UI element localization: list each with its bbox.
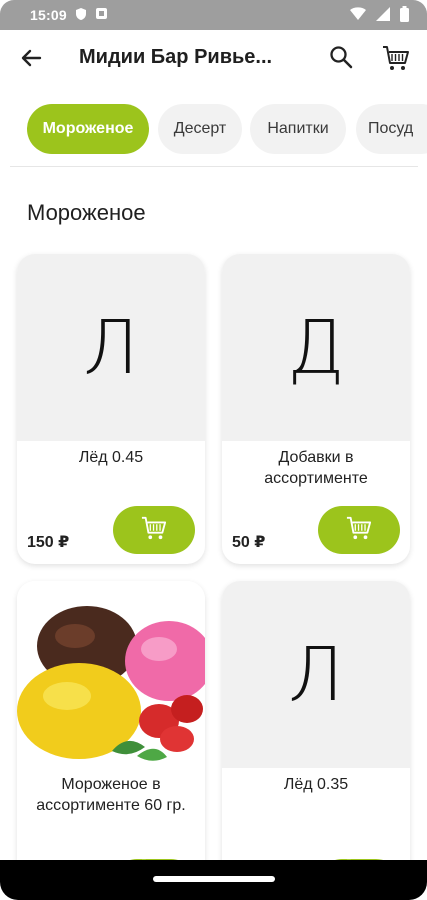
ice-cream-photo (17, 581, 205, 768)
product-card[interactable]: Л Лёд 0.35 (222, 581, 410, 881)
cart-icon[interactable] (381, 44, 411, 72)
product-name: Мороженое в ассортименте 60 гр. (36, 776, 186, 814)
signal-icon (376, 7, 390, 24)
tab-dishes[interactable]: Посуд (356, 104, 427, 154)
tab-drinks[interactable]: Напитки (250, 104, 346, 154)
section-title: Мороженое (27, 200, 146, 225)
wifi-icon (350, 7, 366, 24)
tab-ice-cream[interactable]: Мороженое (27, 104, 149, 154)
app-bar: Мидии Бар Ривье... (0, 30, 427, 86)
product-name: Добавки в ассортименте (264, 449, 368, 487)
product-card[interactable]: Мороженое в ассортименте 60 гр. (17, 581, 205, 881)
status-bar: 15:09 (0, 0, 427, 30)
search-icon[interactable] (328, 44, 354, 70)
system-navigation-bar (0, 860, 427, 900)
product-placeholder-image: Л (17, 254, 205, 441)
divider (10, 166, 418, 167)
product-price: 150 ₽ (27, 534, 70, 551)
page-title: Мидии Бар Ривье... (79, 46, 273, 68)
arrow-left-icon[interactable] (18, 44, 46, 72)
product-placeholder-image: Д (222, 254, 410, 441)
product-name: Лёд 0.35 (283, 776, 349, 793)
add-to-cart-icon (345, 515, 373, 546)
add-to-cart-icon (140, 515, 168, 546)
status-time: 15:09 (30, 7, 67, 23)
battery-icon (400, 6, 409, 25)
home-indicator[interactable] (153, 876, 275, 882)
category-tabs: Мороженое Десерт Напитки Посуд (0, 104, 427, 156)
shield-icon (75, 7, 87, 24)
product-price: 50 ₽ (232, 534, 266, 551)
product-name: Лёд 0.45 (78, 449, 144, 466)
add-to-cart-button[interactable] (113, 506, 195, 554)
product-card[interactable]: Л Лёд 0.45 150 ₽ (17, 254, 205, 564)
product-placeholder-image: Л (222, 581, 410, 768)
add-to-cart-button[interactable] (318, 506, 400, 554)
notification-icon (95, 7, 108, 23)
product-card[interactable]: Д Добавки в ассортименте 50 ₽ (222, 254, 410, 564)
tab-dessert[interactable]: Десерт (158, 104, 242, 154)
